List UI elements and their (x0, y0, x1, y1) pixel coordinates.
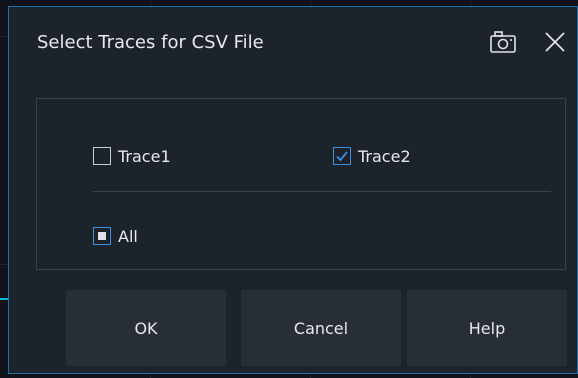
screen: Select Traces for CSV File Trace1 Trace2… (0, 0, 578, 378)
trace2-label: Trace2 (358, 146, 411, 166)
all-checkbox[interactable]: All (93, 224, 138, 248)
close-icon (545, 32, 565, 52)
trace2-checkbox[interactable]: Trace2 (333, 144, 411, 168)
select-traces-dialog: Select Traces for CSV File Trace1 Trace2… (8, 6, 578, 374)
dialog-title-bar: Select Traces for CSV File (9, 7, 577, 79)
help-button[interactable]: Help (407, 290, 567, 366)
checkbox-unchecked[interactable] (93, 147, 111, 165)
checkbox-indeterminate[interactable] (93, 227, 111, 245)
trace-selection-group: Trace1 Trace2 All (36, 98, 566, 270)
trace1-checkbox[interactable]: Trace1 (93, 144, 171, 168)
checkbox-checked[interactable] (333, 147, 351, 165)
indeterminate-mark-icon (98, 232, 106, 240)
ok-button[interactable]: OK (66, 290, 226, 366)
screenshot-button[interactable] (488, 28, 518, 56)
dialog-title: Select Traces for CSV File (37, 32, 264, 53)
camera-icon (490, 31, 516, 53)
all-label: All (118, 226, 138, 246)
checkmark-icon (336, 151, 348, 162)
trace1-label: Trace1 (118, 146, 171, 166)
cancel-button[interactable]: Cancel (241, 290, 401, 366)
close-button[interactable] (540, 27, 570, 57)
group-divider (93, 191, 551, 192)
